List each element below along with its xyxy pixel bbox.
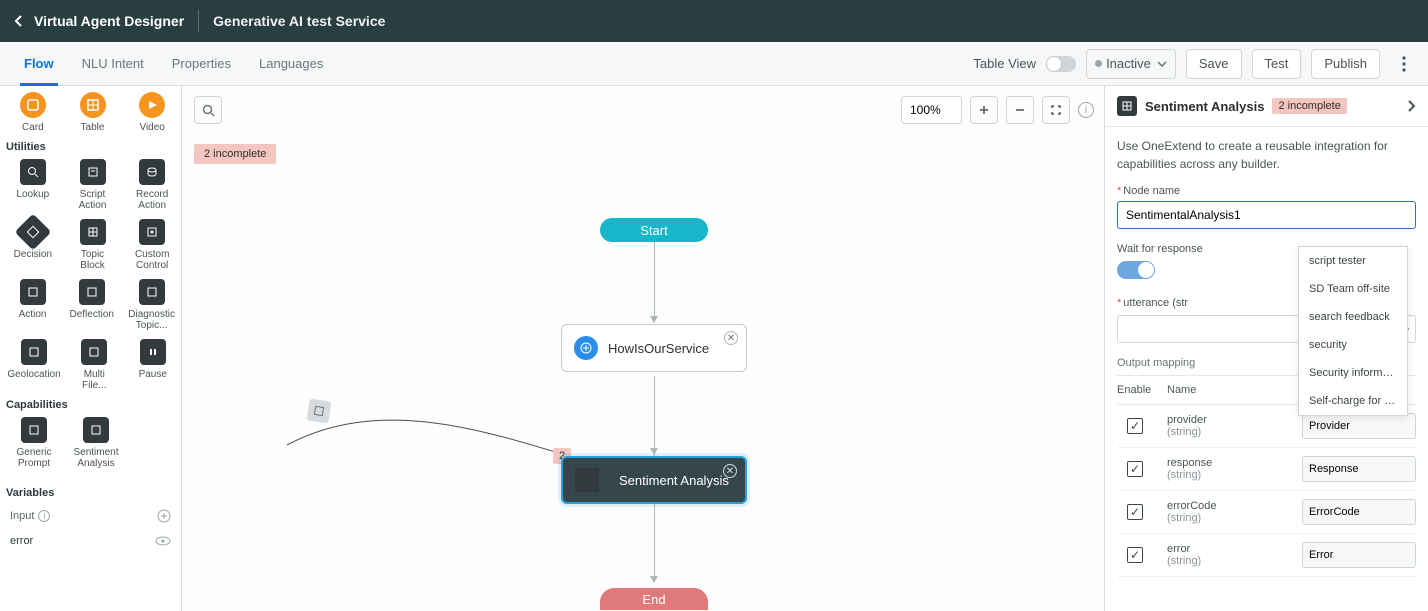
utterance-label: *utterance (str [1117, 297, 1188, 309]
canvas-search-icon[interactable] [194, 96, 222, 124]
eye-icon[interactable] [155, 536, 171, 546]
palette-script-action[interactable]: Script Action [70, 159, 116, 211]
panel-incomplete-chip: 2 incomplete [1272, 98, 1346, 114]
status-dropdown[interactable]: Inactive [1086, 49, 1176, 79]
palette-video[interactable]: Video [129, 92, 175, 133]
edge-start-how [654, 242, 655, 322]
variable-error[interactable]: error [6, 529, 175, 553]
panel-title: Sentiment Analysis [1145, 99, 1264, 114]
tab-properties[interactable]: Properties [158, 42, 245, 86]
output-row-errorcode: errorCode(string) [1117, 491, 1416, 534]
more-icon[interactable] [1390, 49, 1418, 79]
autocomplete-option[interactable]: SD Team off-site [1299, 275, 1407, 303]
output-row-response: response(string) [1117, 448, 1416, 491]
node-sentiment-analysis[interactable]: Sentiment Analysis ✕ [561, 456, 747, 504]
palette-lookup[interactable]: Lookup [10, 159, 56, 211]
variable-name-input[interactable] [1302, 499, 1416, 525]
tab-languages[interactable]: Languages [245, 42, 337, 86]
dragging-node-icon [307, 399, 332, 424]
autocomplete-option[interactable]: security [1299, 331, 1407, 359]
table-view-toggle[interactable] [1046, 56, 1076, 72]
palette-deflection[interactable]: Deflection [69, 279, 114, 331]
properties-panel: Sentiment Analysis 2 incomplete Use OneE… [1104, 86, 1428, 611]
variables-heading: Variables [6, 487, 54, 499]
chat-icon [574, 336, 598, 360]
output-row-error: error(string) [1117, 534, 1416, 577]
palette-table[interactable]: Table [70, 92, 116, 133]
enable-checkbox[interactable] [1127, 461, 1143, 477]
enable-checkbox[interactable] [1127, 547, 1143, 563]
autocomplete-option[interactable]: script tester [1299, 247, 1407, 275]
palette-pause[interactable]: Pause [131, 339, 176, 391]
palette-card[interactable]: Card [10, 92, 56, 133]
arrow-icon [650, 576, 658, 583]
variable-name-input[interactable] [1302, 456, 1416, 482]
top-bar: Virtual Agent Designer Generative AI tes… [0, 0, 1428, 42]
wait-for-response-toggle[interactable] [1117, 261, 1155, 279]
save-button[interactable]: Save [1186, 49, 1242, 79]
back-icon[interactable] [12, 14, 26, 28]
palette-action[interactable]: Action [10, 279, 55, 331]
tab-flow[interactable]: Flow [10, 42, 68, 86]
table-view-label: Table View [973, 56, 1036, 71]
palette-generic-prompt[interactable]: Generic Prompt [10, 417, 58, 469]
component-palette: Card Table Video Utilities Lookup Script… [0, 86, 182, 611]
fullscreen-button[interactable] [1042, 96, 1070, 124]
enable-checkbox[interactable] [1127, 504, 1143, 520]
autocomplete-menu: script tester SD Team off-site search fe… [1298, 246, 1408, 416]
palette-record-action[interactable]: Record Action [129, 159, 175, 211]
tab-nlu-intent[interactable]: NLU Intent [68, 42, 158, 86]
zoom-select[interactable]: 100% [901, 96, 962, 124]
zoom-out-button[interactable] [1006, 96, 1034, 124]
palette-section-capabilities: Capabilities [6, 399, 175, 411]
enable-checkbox[interactable] [1127, 418, 1143, 434]
tabs-bar: Flow NLU Intent Properties Languages Tab… [0, 42, 1428, 86]
palette-diagnostic-topic[interactable]: Diagnostic Topic... [128, 279, 175, 331]
autocomplete-option[interactable]: search feedback [1299, 303, 1407, 331]
context-title: Generative AI test Service [213, 13, 385, 29]
app-title: Virtual Agent Designer [34, 13, 184, 29]
info-icon: i [38, 510, 50, 522]
collapse-panel-icon[interactable] [1406, 99, 1416, 113]
node-name-input[interactable] [1117, 201, 1416, 229]
title-divider [198, 10, 199, 32]
canvas-info-icon[interactable]: i [1078, 102, 1094, 118]
flow-canvas[interactable]: 2 incomplete 100% i Start HowIsOurServic… [182, 86, 1104, 611]
node-end[interactable]: End [600, 588, 708, 610]
autocomplete-option[interactable]: Security information [1299, 359, 1407, 387]
palette-geolocation[interactable]: Geolocation [10, 339, 58, 391]
canvas-incomplete-badge[interactable]: 2 incomplete [194, 144, 276, 164]
add-variable-icon[interactable] [157, 509, 171, 523]
status-dot-icon [1095, 60, 1102, 67]
zoom-in-button[interactable] [970, 96, 998, 124]
node-how-is-our-service[interactable]: HowIsOurService ✕ [561, 324, 747, 372]
variables-input-section[interactable]: Inputi [6, 503, 175, 529]
palette-topic-block[interactable]: Topic Block [70, 219, 116, 271]
arrow-icon [650, 316, 658, 323]
autocomplete-option[interactable]: Self-charge for Lyft [1299, 387, 1407, 415]
remove-node-icon[interactable]: ✕ [724, 331, 738, 345]
remove-node-icon[interactable]: ✕ [723, 464, 737, 478]
variable-name-input[interactable] [1302, 542, 1416, 568]
variable-name-input[interactable] [1302, 413, 1416, 439]
node-name-label: *Node name [1117, 185, 1416, 197]
palette-custom-control[interactable]: Custom Control [129, 219, 175, 271]
test-button[interactable]: Test [1252, 49, 1302, 79]
publish-button[interactable]: Publish [1311, 49, 1380, 79]
grid-icon [1117, 96, 1137, 116]
palette-decision[interactable]: Decision [10, 219, 56, 271]
palette-section-utilities: Utilities [6, 141, 175, 153]
palette-sentiment-analysis[interactable]: Sentiment Analysis [72, 417, 120, 469]
node-start[interactable]: Start [600, 218, 708, 242]
palette-multi-file[interactable]: Multi File... [72, 339, 117, 391]
wait-for-response-label: Wait for response [1117, 243, 1203, 255]
panel-description: Use OneExtend to create a reusable integ… [1117, 137, 1416, 173]
